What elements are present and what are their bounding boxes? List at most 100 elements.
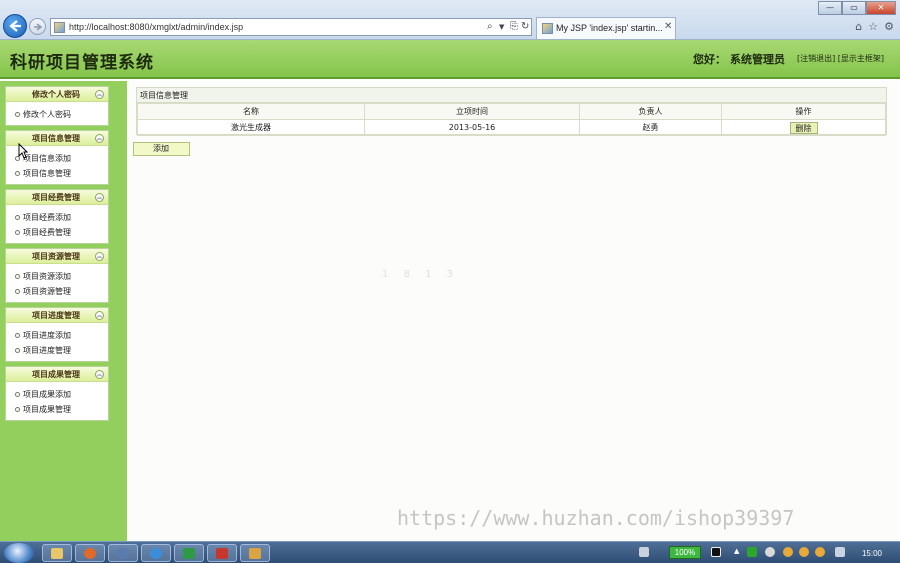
bullet-icon: [15, 112, 20, 117]
collapse-chevron-icon[interactable]: ︽: [95, 134, 104, 143]
sidebar-item-results-add[interactable]: 项目成果添加: [6, 387, 108, 402]
cell-owner: 赵勇: [579, 119, 722, 136]
menu-group-resources: 项目资源管理 ︽ 项目资源添加 项目资源管理: [5, 248, 109, 303]
sidebar-item-funding-manage[interactable]: 项目经费管理: [6, 225, 108, 240]
sidebar-item-progress-add[interactable]: 项目进度添加: [6, 328, 108, 343]
collapse-chevron-icon[interactable]: ︽: [95, 193, 104, 202]
excel-icon: [183, 548, 195, 559]
greeting-label: 您好：: [693, 53, 726, 66]
minimize-button[interactable]: —: [818, 1, 842, 15]
taskbar-explorer[interactable]: [42, 544, 72, 562]
firefox-icon: [84, 548, 96, 559]
sidebar-item-label: 修改个人密码: [23, 110, 71, 119]
menu-group-header[interactable]: 修改个人密码 ︽: [6, 87, 108, 102]
sidebar-item-project-info-manage[interactable]: 项目信息管理: [6, 166, 108, 181]
sidebar-item-results-manage[interactable]: 项目成果管理: [6, 402, 108, 417]
menu-group-title: 项目信息管理: [32, 134, 80, 143]
bullet-icon: [15, 392, 20, 397]
favorites-star-icon[interactable]: ☆: [868, 20, 878, 33]
address-bar[interactable]: http://localhost:8080/xmglxt/admin/index…: [50, 18, 532, 36]
gallery-icon: [249, 548, 261, 559]
cell-action: 删除: [721, 119, 886, 136]
logout-link[interactable]: [注销退出]: [797, 54, 835, 63]
taskbar-app[interactable]: [108, 544, 138, 562]
battery-indicator[interactable]: 100%: [669, 546, 701, 559]
power-plug-icon[interactable]: [711, 547, 721, 557]
table-header-row: 名称 立项时间 负责人 操作: [137, 103, 886, 120]
sidebar-item-change-password[interactable]: 修改个人密码: [6, 107, 108, 122]
sidebar-item-label: 项目经费管理: [23, 228, 71, 237]
sidebar-item-funding-add[interactable]: 项目经费添加: [6, 210, 108, 225]
column-header-action: 操作: [721, 103, 886, 120]
add-button[interactable]: 添加: [133, 142, 190, 156]
page-favicon-icon: [54, 22, 65, 33]
bullet-icon: [15, 289, 20, 294]
panel-title: 项目信息管理: [137, 88, 886, 103]
menu-group-progress: 项目进度管理 ︽ 项目进度添加 项目进度管理: [5, 307, 109, 362]
mouse-cursor-icon: [18, 142, 29, 163]
delete-button[interactable]: 删除: [789, 121, 818, 134]
refresh-icon[interactable]: ↻: [521, 21, 529, 32]
url-text[interactable]: http://localhost:8080/xmglxt/admin/index…: [69, 22, 243, 32]
app-header: 科研项目管理系统 您好： 系统管理员 [注销退出] [显示主框架]: [0, 40, 900, 79]
bullet-icon: [15, 171, 20, 176]
table-row: 激光生成器 2013-05-16 赵勇 删除: [137, 119, 886, 136]
collapse-chevron-icon[interactable]: ︽: [95, 311, 104, 320]
project-info-panel: 项目信息管理 名称 立项时间 负责人 操作 激光生成器 2013-05-16 赵…: [136, 87, 887, 136]
taskbar-excel[interactable]: [174, 544, 204, 562]
taskbar-ie[interactable]: [141, 544, 171, 562]
menu-group-header[interactable]: 项目进度管理 ︽: [6, 308, 108, 323]
menu-group-header[interactable]: 项目经费管理 ︽: [6, 190, 108, 205]
dropdown-arrow-icon[interactable]: ▼: [499, 23, 504, 31]
tab-title: My JSP 'index.jsp' startin...: [556, 23, 663, 33]
compat-view-icon[interactable]: ⎘: [510, 21, 518, 32]
show-main-frame-link[interactable]: [显示主框架]: [838, 54, 884, 63]
system-tray: 100% ▲ 15:00: [639, 545, 900, 561]
bullet-icon: [15, 407, 20, 412]
tray-expand-icon[interactable]: ▲: [734, 547, 744, 557]
collapse-chevron-icon[interactable]: ︽: [95, 90, 104, 99]
start-button[interactable]: [4, 543, 34, 563]
menu-group-header[interactable]: 项目成果管理 ︽: [6, 367, 108, 382]
sidebar-item-progress-manage[interactable]: 项目进度管理: [6, 343, 108, 358]
collapse-chevron-icon[interactable]: ︽: [95, 370, 104, 379]
keyboard-icon[interactable]: [639, 547, 649, 557]
close-window-button[interactable]: ✕: [866, 1, 896, 15]
volume-icon[interactable]: [765, 547, 775, 557]
gear-icon[interactable]: ⚙: [884, 20, 894, 33]
project-table: 名称 立项时间 负责人 操作 激光生成器 2013-05-16 赵勇 删除: [137, 103, 886, 136]
tab-index-jsp[interactable]: My JSP 'index.jsp' startin... ✕: [536, 17, 676, 39]
watermark-text: https://www.huzhan.com/ishop39397: [397, 506, 795, 530]
taskbar-app-gallery[interactable]: [240, 544, 270, 562]
current-user: 系统管理员: [730, 53, 785, 66]
forward-button[interactable]: [29, 18, 46, 35]
qq-icon[interactable]: [799, 547, 809, 557]
back-button[interactable]: [3, 14, 27, 38]
menu-group-header[interactable]: 项目资源管理 ︽: [6, 249, 108, 264]
taskbar-firefox[interactable]: [75, 544, 105, 562]
tab-close-icon[interactable]: ✕: [664, 21, 672, 32]
sidebar-item-label: 项目经费添加: [23, 213, 71, 222]
menu-group-funding: 项目经费管理 ︽ 项目经费添加 项目经费管理: [5, 189, 109, 244]
app-icon: [117, 548, 129, 559]
tray-app-icon[interactable]: [747, 547, 757, 557]
main-content: 项目信息管理 名称 立项时间 负责人 操作 激光生成器 2013-05-16 赵…: [127, 81, 900, 541]
sidebar-item-label: 项目进度添加: [23, 331, 71, 340]
menu-group-title: 项目资源管理: [32, 252, 80, 261]
qq-icon[interactable]: [783, 547, 793, 557]
clock[interactable]: 15:00: [862, 549, 882, 558]
tab-favicon-icon: [542, 23, 553, 34]
qq-icon[interactable]: [815, 547, 825, 557]
sidebar-item-resources-manage[interactable]: 项目资源管理: [6, 284, 108, 299]
home-icon[interactable]: ⌂: [855, 20, 862, 33]
sidebar-item-resources-add[interactable]: 项目资源添加: [6, 269, 108, 284]
restore-button[interactable]: ▭: [842, 1, 866, 15]
app-red-icon: [216, 548, 228, 559]
menu-group-results: 项目成果管理 ︽ 项目成果添加 项目成果管理: [5, 366, 109, 421]
network-signal-icon[interactable]: [835, 547, 845, 557]
sidebar-item-label: 项目进度管理: [23, 346, 71, 355]
taskbar-app-red[interactable]: [207, 544, 237, 562]
browser-tools: ⌂ ☆ ⚙: [855, 20, 894, 33]
collapse-chevron-icon[interactable]: ︽: [95, 252, 104, 261]
search-icon[interactable]: ⌕: [487, 21, 493, 32]
